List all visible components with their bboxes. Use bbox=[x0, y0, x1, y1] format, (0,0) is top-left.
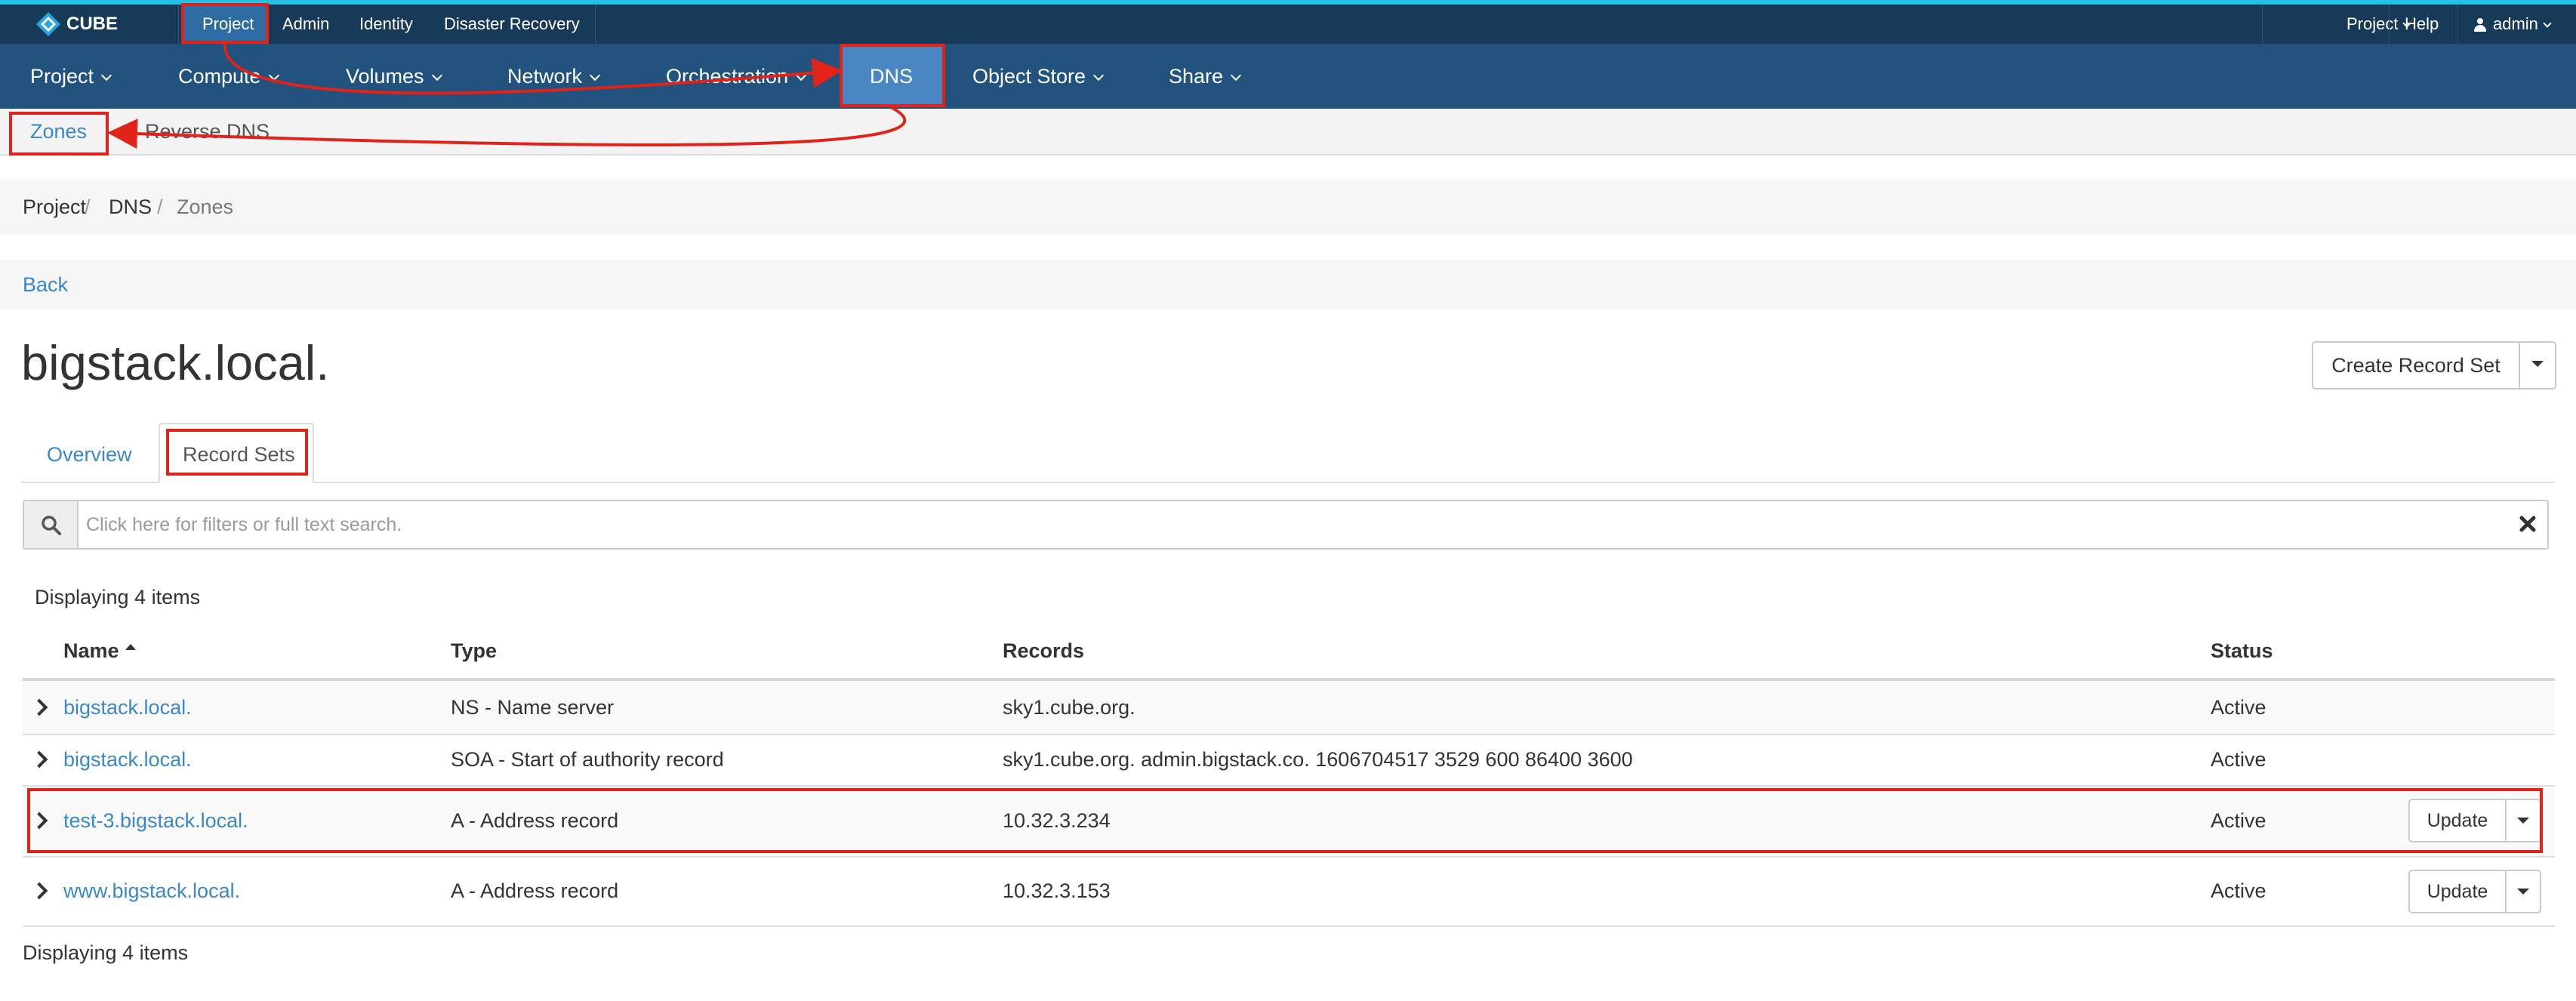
record-value: sky1.cube.org. bbox=[1003, 696, 1135, 719]
item-count-top: Displaying 4 items bbox=[35, 586, 201, 608]
column-header-name[interactable]: Name bbox=[63, 636, 136, 666]
record-status: Active bbox=[2211, 748, 2266, 771]
record-name-link[interactable]: bigstack.local. bbox=[63, 692, 192, 722]
create-record-set-dropdown[interactable] bbox=[2520, 343, 2555, 388]
search-addon bbox=[23, 500, 79, 550]
row-stripe bbox=[23, 681, 2555, 734]
record-status: Active bbox=[2211, 696, 2266, 719]
breadcrumb-zones: Zones bbox=[177, 196, 234, 218]
page-title: bigstack.local. bbox=[21, 335, 330, 390]
record-type: SOA - Start of authority record bbox=[451, 748, 724, 771]
create-record-set-button[interactable]: Create Record Set bbox=[2313, 343, 2520, 388]
highlight-record-sets-annotation bbox=[166, 429, 308, 476]
record-name-link[interactable]: bigstack.local. bbox=[63, 744, 192, 775]
row-divider bbox=[23, 856, 2555, 858]
annotation-arrow-dns-to-zones bbox=[107, 106, 907, 149]
column-header-status: Status bbox=[2211, 639, 2273, 662]
back-link[interactable]: Back bbox=[23, 260, 68, 310]
expand-row-icon[interactable] bbox=[30, 750, 48, 768]
clear-search-icon[interactable] bbox=[2519, 515, 2537, 533]
expand-row-icon[interactable] bbox=[30, 882, 48, 900]
tab-overview[interactable]: Overview bbox=[47, 427, 132, 482]
breadcrumb-project[interactable]: Project bbox=[23, 180, 86, 234]
column-header-type: Type bbox=[451, 639, 498, 662]
update-dropdown-toggle[interactable] bbox=[2505, 870, 2541, 913]
record-type: NS - Name server bbox=[451, 696, 615, 719]
row-divider bbox=[23, 734, 2555, 735]
caret-down-icon bbox=[2531, 361, 2544, 367]
annotation-arrows bbox=[107, 43, 907, 149]
item-count-bottom: Displaying 4 items bbox=[23, 941, 189, 964]
caret-down-icon bbox=[2517, 889, 2529, 895]
record-value: 10.32.3.153 bbox=[1003, 879, 1111, 902]
sort-ascending-icon bbox=[125, 644, 136, 650]
breadcrumb bbox=[0, 180, 2576, 234]
record-status: Active bbox=[2211, 879, 2266, 902]
highlight-row-annotation bbox=[27, 788, 2543, 853]
annotation-arrow-project-to-dns bbox=[223, 43, 843, 95]
record-type: A - Address record bbox=[451, 879, 619, 902]
tabs-baseline bbox=[21, 482, 2555, 483]
row-divider bbox=[23, 926, 2555, 927]
breadcrumb-separator: / bbox=[157, 196, 163, 218]
back-bar bbox=[0, 260, 2576, 310]
column-header-records: Records bbox=[1003, 639, 1085, 662]
search-icon bbox=[42, 516, 61, 535]
create-record-set-split: Create Record Set bbox=[2312, 341, 2556, 390]
search-input[interactable] bbox=[80, 501, 2496, 548]
column-header-name-label: Name bbox=[63, 639, 119, 662]
record-value: sky1.cube.org. admin.bigstack.co. 160670… bbox=[1003, 748, 1633, 771]
breadcrumb-separator: / bbox=[85, 196, 91, 218]
breadcrumb-dns[interactable]: DNS bbox=[109, 180, 152, 234]
update-button[interactable]: Update bbox=[2408, 870, 2507, 913]
record-name-link[interactable]: www.bigstack.local. bbox=[63, 876, 240, 906]
